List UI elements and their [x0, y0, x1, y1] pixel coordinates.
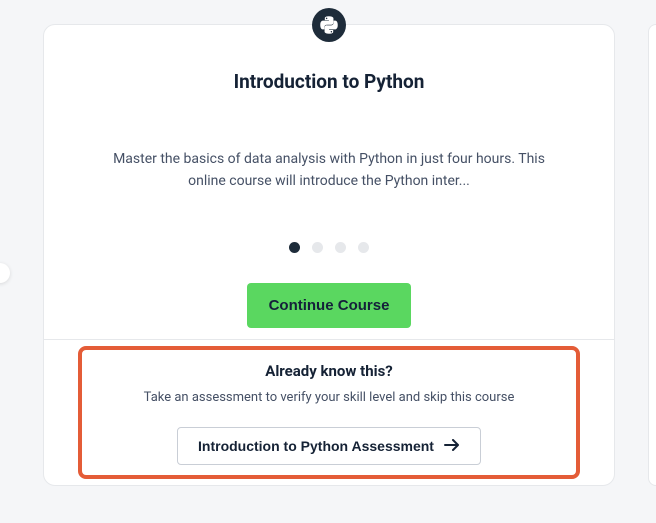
assessment-button-label: Introduction to Python Assessment [198, 438, 434, 454]
carousel-dots [289, 242, 369, 253]
course-card: Introduction to Python Master the basics… [43, 24, 615, 486]
carousel-dot-2[interactable] [312, 242, 323, 253]
course-title: Introduction to Python [234, 70, 425, 93]
arrow-right-icon [444, 438, 460, 454]
assessment-subtext: Take an assessment to verify your skill … [68, 390, 590, 405]
course-card-top: Introduction to Python Master the basics… [44, 25, 614, 339]
assessment-button[interactable]: Introduction to Python Assessment [177, 427, 481, 465]
next-card-sliver[interactable] [648, 24, 656, 486]
continue-course-button[interactable]: Continue Course [247, 283, 412, 328]
python-icon [312, 8, 346, 42]
assessment-section: Already know this? Take an assessment to… [44, 339, 614, 485]
assessment-heading: Already know this? [68, 362, 590, 380]
assessment-button-wrap: Introduction to Python Assessment [68, 427, 590, 465]
carousel-dot-1[interactable] [289, 242, 300, 253]
carousel-dot-3[interactable] [335, 242, 346, 253]
python-logo-svg [319, 15, 339, 35]
carousel-dot-4[interactable] [358, 242, 369, 253]
course-description: Master the basics of data analysis with … [99, 149, 559, 192]
